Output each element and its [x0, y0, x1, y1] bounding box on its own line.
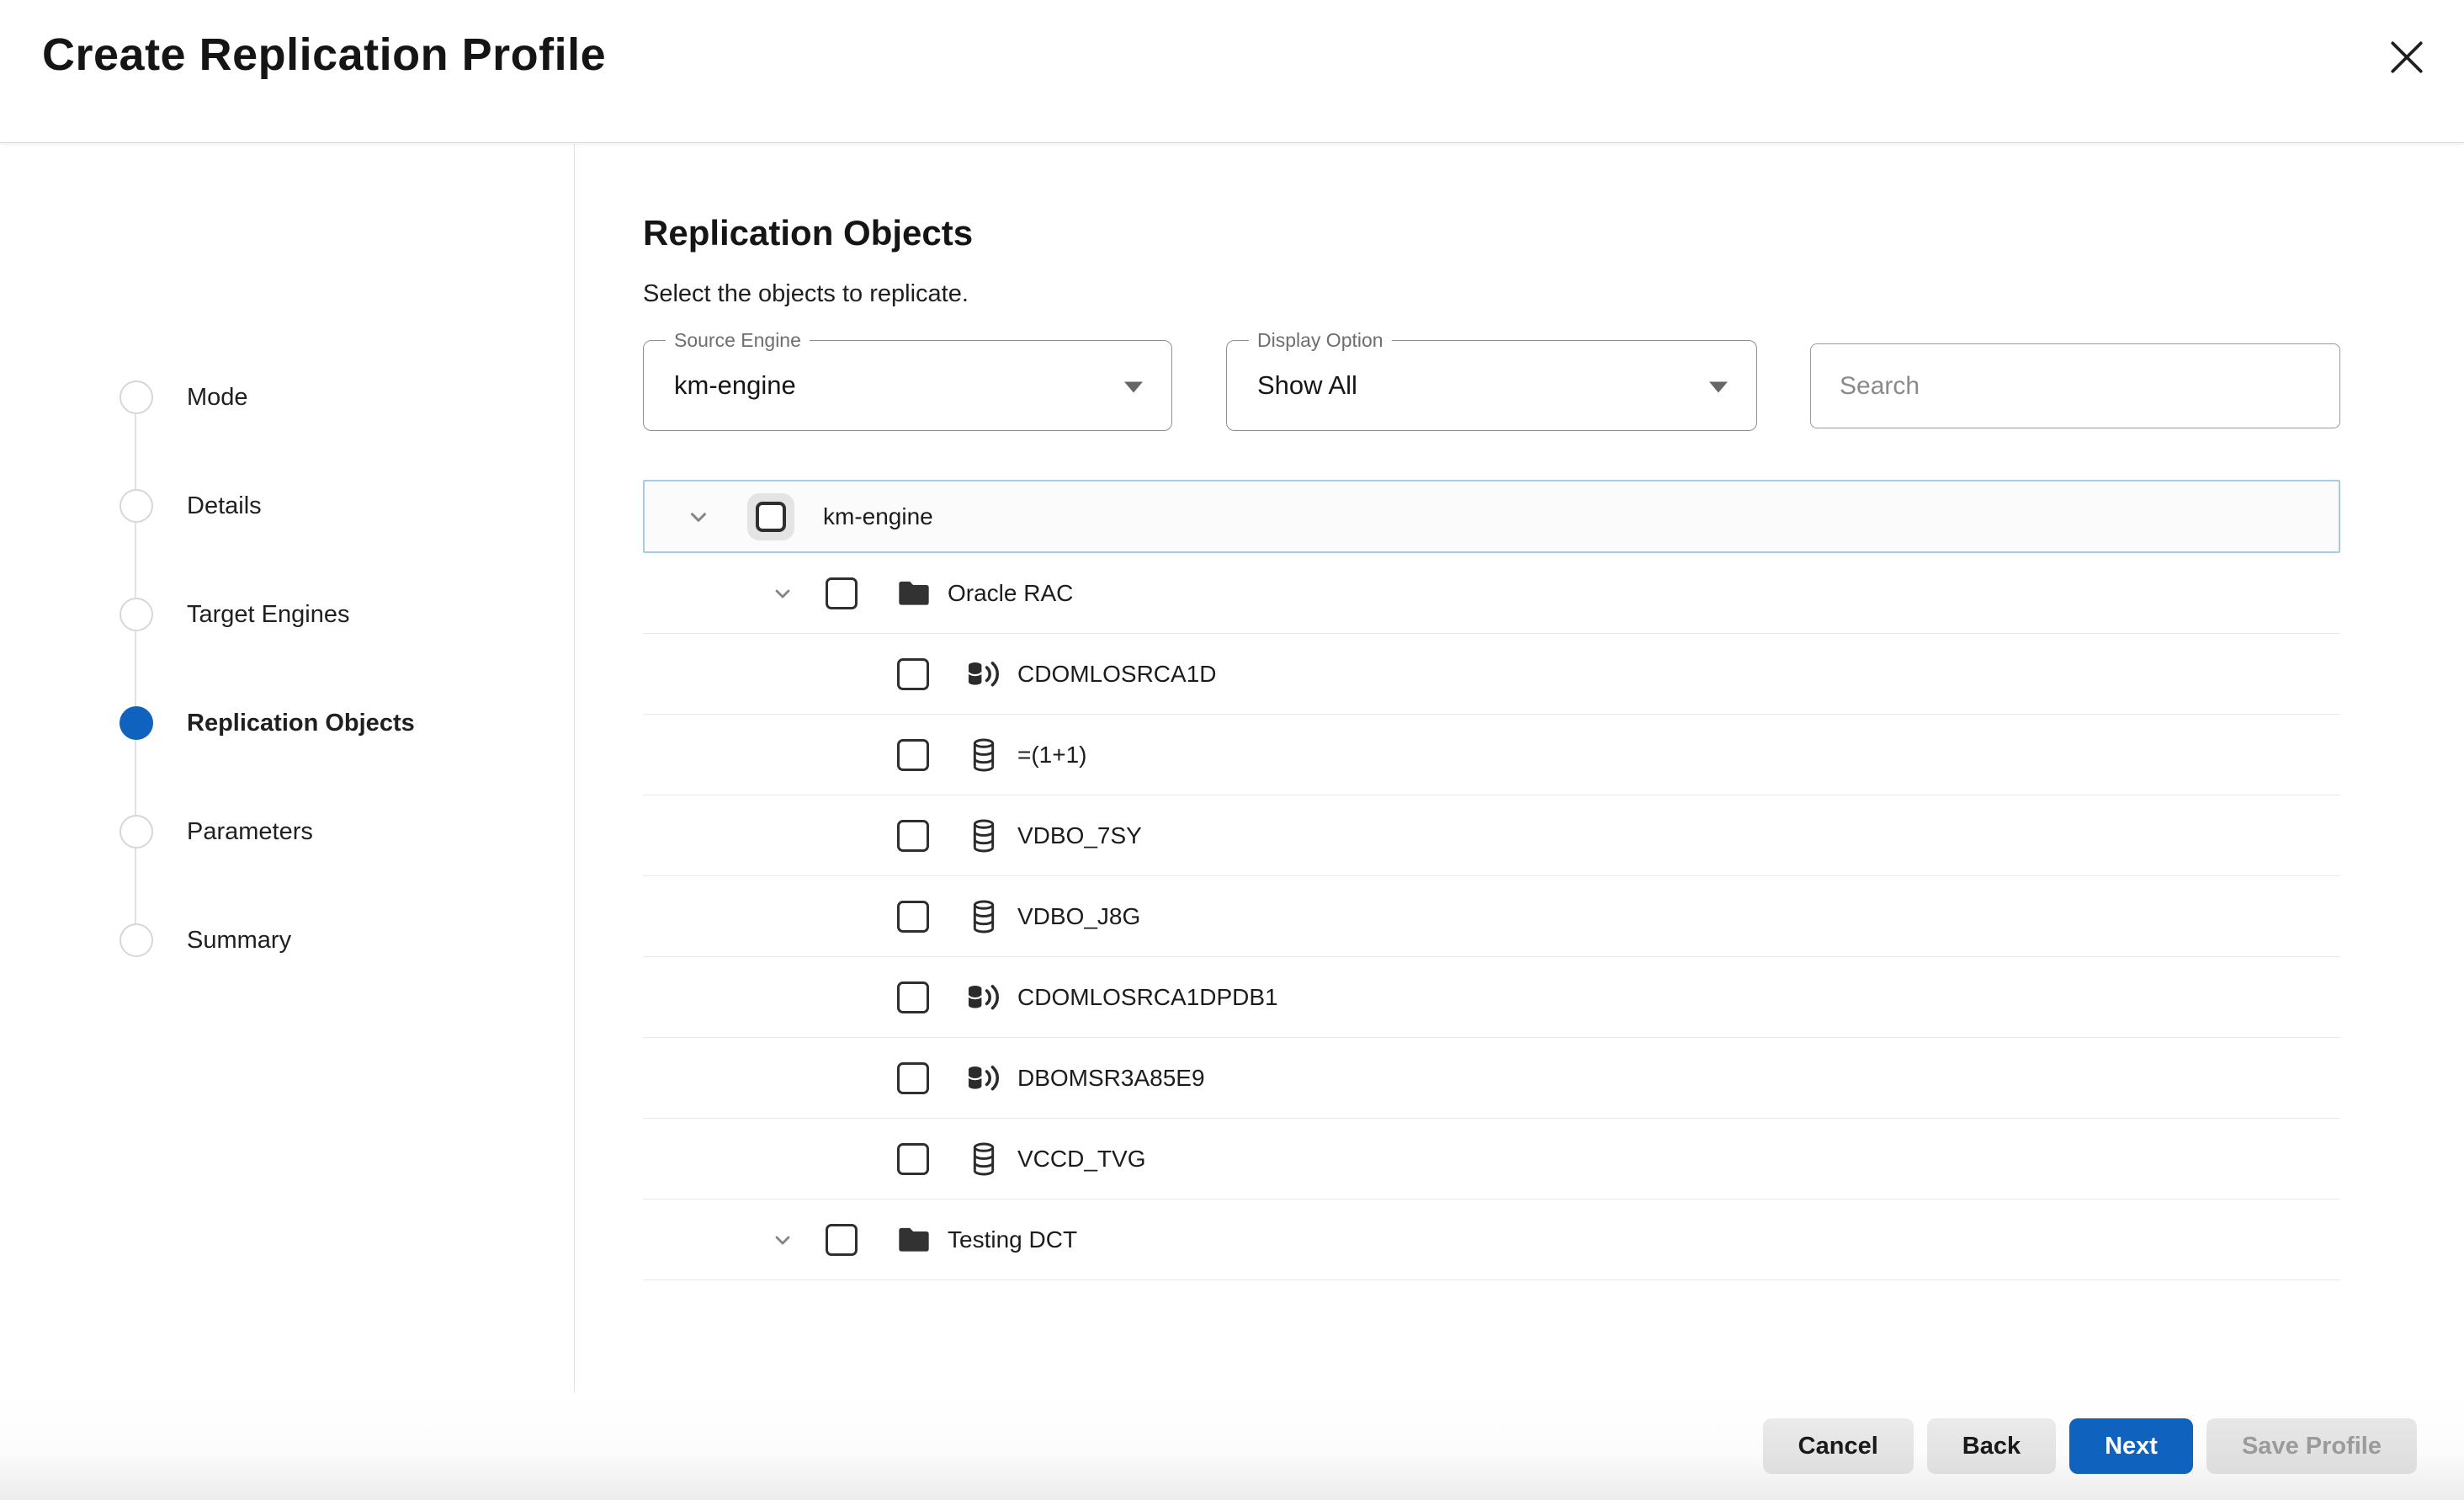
root-checkbox[interactable]: [756, 502, 786, 532]
source-engine-value: km-engine: [674, 370, 796, 401]
tree-rows: Oracle RAC CDOMLOSRCA1D =(1+1) VDBO_7SY VDBO…: [643, 553, 2340, 1280]
row-checkbox[interactable]: [897, 1143, 929, 1175]
folder-icon: [895, 1221, 932, 1258]
step-circle: [119, 923, 153, 957]
database-broadcast-icon: [965, 979, 1002, 1016]
display-option-value: Show All: [1257, 370, 1357, 401]
database-icon: [965, 1141, 1002, 1178]
tree-node-label: VCCD_TVG: [1017, 1146, 1145, 1173]
tree-row[interactable]: VDBO_J8G: [643, 876, 2340, 957]
step-label: Details: [187, 492, 262, 520]
step-label: Parameters: [187, 818, 313, 846]
step-label: Mode: [187, 384, 248, 412]
next-button[interactable]: Next: [2069, 1418, 2193, 1474]
database-icon: [965, 898, 1002, 935]
close-button[interactable]: [2383, 34, 2430, 81]
tree-row[interactable]: Oracle RAC: [643, 553, 2340, 634]
tree-row[interactable]: DBOMSR3A85E9: [643, 1038, 2340, 1119]
tree-row[interactable]: CDOMLOSRCA1D: [643, 634, 2340, 715]
tree-node-label: Testing DCT: [948, 1226, 1077, 1253]
step-circle: [119, 380, 153, 414]
stepper-step-parameters[interactable]: Parameters: [119, 815, 313, 848]
row-checkbox[interactable]: [897, 739, 929, 771]
tree-row[interactable]: =(1+1): [643, 715, 2340, 795]
page-title: Replication Objects: [643, 213, 2464, 253]
step-label: Replication Objects: [187, 710, 415, 737]
step-circle: [119, 598, 153, 631]
step-label: Summary: [187, 927, 291, 955]
stepper-step-target-engines[interactable]: Target Engines: [119, 598, 349, 631]
cancel-button[interactable]: Cancel: [1763, 1418, 1914, 1474]
tree-node-label: VDBO_J8G: [1017, 903, 1140, 930]
step-circle: [119, 815, 153, 848]
close-icon: [2387, 38, 2426, 77]
row-checkbox[interactable]: [897, 820, 929, 852]
chevron-down-icon[interactable]: [682, 500, 715, 534]
database-icon: [965, 817, 1002, 854]
checkbox-halo[interactable]: [747, 493, 794, 540]
tree-node-label: km-engine: [823, 503, 933, 530]
tree-row[interactable]: VDBO_7SY: [643, 795, 2340, 876]
back-button[interactable]: Back: [1927, 1418, 2056, 1474]
tree-node-label: =(1+1): [1017, 742, 1087, 769]
stepper-step-summary[interactable]: Summary: [119, 923, 291, 957]
tree-node-label: DBOMSR3A85E9: [1017, 1065, 1205, 1092]
display-option-select[interactable]: Display Option Show All: [1226, 340, 1757, 431]
tree-node-label: CDOMLOSRCA1D: [1017, 661, 1216, 688]
folder-icon: [895, 575, 932, 612]
chevron-down-icon[interactable]: [766, 577, 799, 610]
database-icon: [965, 737, 1002, 774]
chevron-down-icon[interactable]: [766, 1223, 799, 1257]
page-subtitle: Select the objects to replicate.: [643, 280, 2464, 308]
wizard-stepper: Mode Details Target Engines Replication …: [0, 143, 575, 1393]
dialog-footer: Cancel Back Next Save Profile: [0, 1393, 2464, 1500]
dialog-title: Create Replication Profile: [42, 29, 606, 81]
stepper-step-details[interactable]: Details: [119, 489, 262, 523]
tree-row[interactable]: CDOMLOSRCA1DPDB1: [643, 957, 2340, 1038]
stepper-step-mode[interactable]: Mode: [119, 380, 248, 414]
row-checkbox[interactable]: [897, 658, 929, 690]
save-profile-button[interactable]: Save Profile: [2206, 1418, 2417, 1474]
source-engine-select[interactable]: Source Engine km-engine: [643, 340, 1172, 431]
tree-node-label: CDOMLOSRCA1DPDB1: [1017, 984, 1278, 1011]
row-checkbox[interactable]: [897, 1062, 929, 1094]
stepper-connector-line: [135, 397, 136, 940]
step-circle: [119, 489, 153, 523]
tree-row[interactable]: Testing DCT: [643, 1199, 2340, 1280]
replication-objects-tree: km-engine Oracle RAC CDOMLOSRCA1D =(1+1) VD…: [643, 480, 2340, 1280]
tree-row[interactable]: VCCD_TVG: [643, 1119, 2340, 1199]
database-broadcast-icon: [965, 1060, 1002, 1097]
chevron-down-icon: [1709, 381, 1728, 392]
database-broadcast-icon: [965, 656, 1002, 693]
row-checkbox[interactable]: [826, 1224, 858, 1256]
stepper-step-replication-objects[interactable]: Replication Objects: [119, 706, 415, 740]
step-circle-active: [119, 706, 153, 740]
dialog-header: Create Replication Profile: [0, 0, 2464, 143]
tree-root-row[interactable]: km-engine: [643, 480, 2340, 553]
source-engine-label: Source Engine: [666, 329, 810, 352]
row-checkbox[interactable]: [897, 981, 929, 1013]
row-checkbox[interactable]: [897, 901, 929, 933]
tree-node-label: VDBO_7SY: [1017, 822, 1142, 849]
chevron-down-icon: [1124, 381, 1143, 392]
step-label: Target Engines: [187, 601, 349, 629]
search-input[interactable]: [1810, 343, 2340, 428]
tree-node-label: Oracle RAC: [948, 580, 1073, 607]
row-checkbox[interactable]: [826, 577, 858, 609]
display-option-label: Display Option: [1249, 329, 1392, 352]
